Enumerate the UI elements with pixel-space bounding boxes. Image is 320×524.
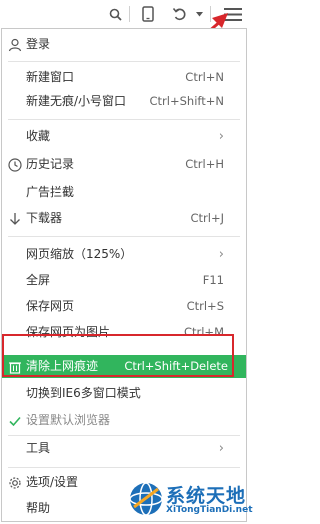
- watermark-url: XiTongTianDi.net: [166, 505, 253, 515]
- menu-item-fullscreen[interactable]: 全屏 F11: [2, 269, 246, 292]
- menu-item-label: 收藏: [26, 129, 51, 143]
- gear-icon: [9, 477, 21, 489]
- menu-item-favorites[interactable]: 收藏 ›: [2, 125, 246, 148]
- menu-item-label: 清除上网痕迹: [26, 359, 99, 373]
- globe-logo-icon: [129, 482, 163, 516]
- submenu-arrow-icon: ›: [218, 129, 224, 144]
- menu-item-label: 下载器: [26, 211, 63, 225]
- user-icon: [8, 38, 22, 52]
- browser-toolbar: [0, 0, 250, 48]
- menu-item-label: 切换到IE6多窗口模式: [26, 386, 141, 400]
- menu-item-clear-traces[interactable]: 清除上网痕迹 Ctrl+Shift+Delete: [2, 355, 246, 378]
- menu-item-shortcut: Ctrl+Shift+Delete: [124, 359, 228, 373]
- menu-item-label: 帮助: [26, 501, 51, 515]
- menu-item-shortcut: Ctrl+M: [183, 325, 224, 339]
- menu-item-label: 新建无痕/小号窗口: [26, 94, 127, 108]
- menu-item-label: 保存网页: [26, 299, 75, 313]
- menu-item-shortcut: Ctrl+J: [190, 211, 225, 225]
- phone-icon[interactable]: [137, 0, 159, 28]
- menu-divider: [8, 61, 240, 62]
- menu-item-label: 新建窗口: [26, 70, 75, 84]
- menu-item-shortcut: Ctrl+H: [185, 157, 224, 171]
- menu-item-downloader[interactable]: 下载器 Ctrl+J: [2, 207, 246, 230]
- watermark-brand: 系统天地: [166, 485, 247, 507]
- menu-item-history[interactable]: 历史记录 Ctrl+H: [2, 153, 246, 176]
- menu-divider: [8, 236, 240, 237]
- clock-icon: [8, 158, 22, 172]
- toolbar-divider: [129, 6, 130, 22]
- menu-item-label: 广告拦截: [26, 185, 75, 199]
- menu-item-label: 历史记录: [26, 157, 75, 171]
- menu-item-label: 全屏: [26, 273, 51, 287]
- menu-item-ad-block[interactable]: 广告拦截: [2, 181, 246, 204]
- check-icon: [9, 416, 21, 427]
- submenu-arrow-icon: ›: [218, 441, 224, 456]
- search-icon[interactable]: [104, 0, 126, 28]
- trash-icon: [9, 362, 21, 374]
- menu-item-new-window[interactable]: 新建窗口 Ctrl+N: [2, 66, 246, 89]
- menu-item-login[interactable]: 登录: [2, 33, 246, 56]
- menu-item-set-default-browser[interactable]: 设置默认浏览器: [2, 409, 246, 432]
- watermark-logo: 系统天地 XiTongTianDi.net: [124, 478, 253, 522]
- menu-item-ie6-mode[interactable]: 切换到IE6多窗口模式: [2, 382, 246, 405]
- menu-item-label: 选项/设置: [26, 475, 79, 489]
- menu-item-label: 网页缩放（125%）: [26, 247, 133, 261]
- submenu-arrow-icon: ›: [218, 247, 224, 262]
- menu-item-label: 工具: [26, 441, 51, 455]
- menu-item-save-as-image[interactable]: 保存网页为图片 Ctrl+M: [2, 321, 246, 344]
- menu-item-tools[interactable]: 工具 ›: [2, 437, 246, 460]
- main-menu: 登录 新建窗口 Ctrl+N 新建无痕/小号窗口 Ctrl+Shift+N 收藏…: [1, 28, 247, 522]
- menu-item-zoom[interactable]: 网页缩放（125%） ›: [2, 243, 246, 266]
- menu-item-label: 设置默认浏览器: [26, 413, 111, 427]
- menu-item-label: 登录: [26, 37, 51, 51]
- menu-divider: [8, 119, 240, 120]
- menu-divider: [8, 435, 240, 436]
- menu-item-new-private-window[interactable]: 新建无痕/小号窗口 Ctrl+Shift+N: [2, 90, 246, 113]
- menu-item-shortcut: Ctrl+N: [185, 70, 224, 84]
- menu-divider: [8, 467, 240, 468]
- menu-item-save-page[interactable]: 保存网页 Ctrl+S: [2, 295, 246, 318]
- menu-item-shortcut: Ctrl+S: [186, 299, 224, 313]
- menu-item-shortcut: F11: [202, 273, 224, 287]
- menu-item-label: 保存网页为图片: [26, 325, 111, 339]
- menu-item-shortcut: Ctrl+Shift+N: [149, 94, 224, 108]
- download-icon: [10, 213, 20, 225]
